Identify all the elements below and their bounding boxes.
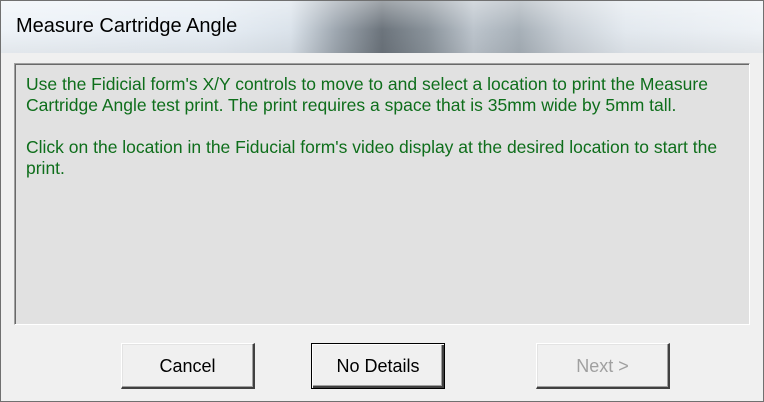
instruction-paragraph-1: Use the Fidicial form's X/Y controls to … <box>26 74 708 115</box>
dialog-window: Measure Cartridge Angle Use the Fidicial… <box>0 0 764 402</box>
no-details-button[interactable]: No Details <box>311 343 445 389</box>
title-bar[interactable]: Measure Cartridge Angle <box>1 1 763 53</box>
cancel-button[interactable]: Cancel <box>121 343 255 389</box>
instruction-paragraph-2: Click on the location in the Fiducial fo… <box>26 137 718 178</box>
window-title: Measure Cartridge Angle <box>16 15 238 37</box>
next-button: Next > <box>536 343 670 389</box>
message-panel: Use the Fidicial form's X/Y controls to … <box>14 63 750 325</box>
instruction-text: Use the Fidicial form's X/Y controls to … <box>26 74 726 200</box>
dialog-body: Use the Fidicial form's X/Y controls to … <box>1 53 763 401</box>
